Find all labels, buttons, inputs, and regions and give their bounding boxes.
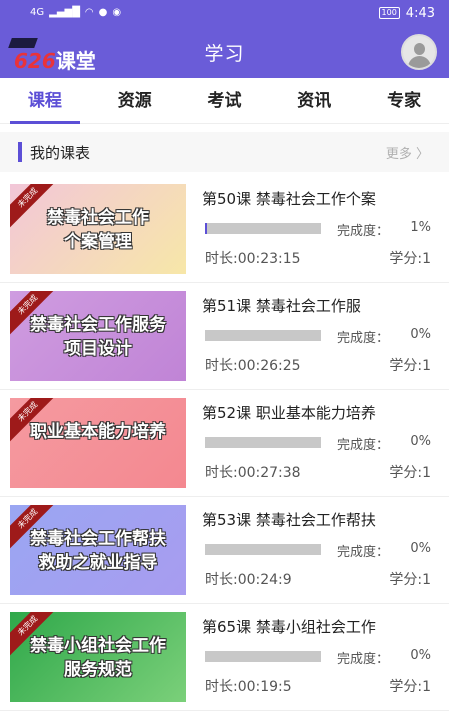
tab-1[interactable]: 资源	[100, 78, 170, 124]
battery-icon: 100	[378, 7, 400, 19]
avatar[interactable]	[401, 34, 437, 70]
signal-icon: ▂▄▆█	[49, 7, 80, 18]
course-item[interactable]: 未完成 职业基本能力培养 第52课 职业基本能力培养 完成度： 0% 时长:00…	[0, 390, 449, 497]
thumbnail-title: 禁毒社会工作帮扶 救助之就业指导	[10, 527, 186, 575]
status-right: 100 4:43	[378, 5, 435, 21]
course-item[interactable]: 未完成 禁毒社会工作 个案管理 第50课 禁毒社会工作个案 完成度： 1% 时长…	[0, 176, 449, 283]
course-credit: 学分:1	[389, 251, 431, 267]
progress-label: 完成度：	[337, 224, 390, 239]
section-title-group: 我的课表	[18, 142, 90, 163]
thumbnail-title: 禁毒社会工作服务 项目设计	[10, 313, 186, 361]
thumbnail-line-2: 个案管理	[64, 232, 132, 252]
course-duration: 时长:00:24:9	[205, 572, 292, 588]
section-header: 我的课表 更多 〉	[0, 132, 449, 172]
course-thumbnail[interactable]: 未完成 禁毒社会工作 个案管理	[10, 184, 186, 274]
progress-bar	[205, 437, 321, 448]
status-bar: 4G ▂▄▆█ ◠ ● ◉ 100 4:43	[0, 0, 449, 26]
thumbnail-title: 禁毒社会工作 个案管理	[10, 206, 186, 254]
progress-label: 完成度：	[337, 652, 390, 667]
tab-4[interactable]: 专家	[369, 78, 439, 124]
thumbnail-title: 禁毒小组社会工作 服务规范	[10, 634, 186, 682]
clock: 4:43	[405, 5, 435, 21]
network-indicator: 4G	[30, 7, 45, 18]
course-duration: 时长:00:26:25	[205, 358, 301, 374]
course-duration: 时长:00:19:5	[205, 679, 292, 695]
progress-label: 完成度：	[337, 545, 390, 560]
more-link[interactable]: 更多 〉	[386, 143, 429, 162]
tab-bar: 课程 资源 考试 资讯 专家	[0, 78, 449, 124]
status-left: 4G ▂▄▆█ ◠ ● ◉	[30, 8, 121, 18]
course-item[interactable]: 未完成 禁毒社会工作帮扶 救助之就业指导 第53课 禁毒社会工作帮扶 完成度： …	[0, 497, 449, 604]
wifi-icon: ◠	[84, 7, 94, 18]
progress-value: 0%	[410, 648, 431, 663]
course-duration: 时长:00:23:15	[205, 251, 301, 267]
tab-2[interactable]: 考试	[189, 78, 259, 124]
progress-bar	[205, 223, 321, 234]
notification-icon: ●	[98, 7, 108, 18]
tab-0[interactable]: 课程	[9, 78, 80, 124]
course-title[interactable]: 第50课 禁毒社会工作个案	[202, 188, 442, 209]
thumbnail-line-1: 禁毒社会工作帮扶	[30, 529, 166, 549]
progress-value: 0%	[410, 327, 431, 342]
course-thumbnail[interactable]: 未完成 禁毒小组社会工作 服务规范	[10, 612, 186, 702]
progress-label: 完成度：	[337, 438, 390, 453]
progress-fill	[205, 223, 208, 234]
course-credit: 学分:1	[389, 465, 431, 481]
progress-bar	[205, 651, 321, 662]
user-icon	[414, 43, 425, 55]
progress-bar	[205, 330, 321, 341]
thumbnail-line-1: 禁毒社会工作服务	[30, 315, 166, 335]
app-header: 626课堂 学习	[0, 26, 449, 78]
thumbnail-line-1: 禁毒小组社会工作	[30, 636, 166, 656]
section-accent-bar	[18, 142, 22, 162]
thumbnail-line-2: 救助之就业指导	[38, 553, 158, 573]
course-thumbnail[interactable]: 未完成 职业基本能力培养	[10, 398, 186, 488]
thumbnail-title: 职业基本能力培养	[10, 420, 186, 444]
course-title[interactable]: 第52课 职业基本能力培养	[202, 402, 442, 423]
avatar-body	[408, 56, 431, 68]
course-title[interactable]: 第65课 禁毒小组社会工作	[202, 616, 442, 637]
course-credit: 学分:1	[389, 358, 431, 374]
thumbnail-line-1: 职业基本能力培养	[30, 422, 166, 442]
course-item[interactable]: 未完成 禁毒小组社会工作 服务规范 第65课 禁毒小组社会工作 完成度： 0% …	[0, 604, 449, 711]
course-credit: 学分:1	[389, 679, 431, 695]
section-title: 我的课表	[30, 143, 91, 162]
progress-value: 0%	[410, 541, 431, 556]
course-title[interactable]: 第53课 禁毒社会工作帮扶	[202, 509, 442, 530]
course-title[interactable]: 第51课 禁毒社会工作服	[202, 295, 442, 316]
message-icon: ◉	[112, 7, 122, 18]
page-title: 学习	[204, 43, 245, 65]
course-thumbnail[interactable]: 未完成 禁毒社会工作服务 项目设计	[10, 291, 186, 381]
progress-value: 0%	[410, 434, 431, 449]
progress-label: 完成度：	[337, 331, 390, 346]
course-list: 未完成 禁毒社会工作 个案管理 第50课 禁毒社会工作个案 完成度： 1% 时长…	[0, 176, 449, 711]
tab-3[interactable]: 资讯	[279, 78, 349, 124]
thumbnail-line-2: 服务规范	[64, 660, 132, 680]
progress-bar	[205, 544, 321, 555]
course-thumbnail[interactable]: 未完成 禁毒社会工作帮扶 救助之就业指导	[10, 505, 186, 595]
course-item[interactable]: 未完成 禁毒社会工作服务 项目设计 第51课 禁毒社会工作服 完成度： 0% 时…	[0, 283, 449, 390]
course-credit: 学分:1	[389, 572, 431, 588]
thumbnail-line-2: 项目设计	[64, 339, 132, 359]
progress-value: 1%	[410, 220, 431, 235]
thumbnail-line-1: 禁毒社会工作	[47, 208, 149, 228]
course-duration: 时长:00:27:38	[205, 465, 301, 481]
